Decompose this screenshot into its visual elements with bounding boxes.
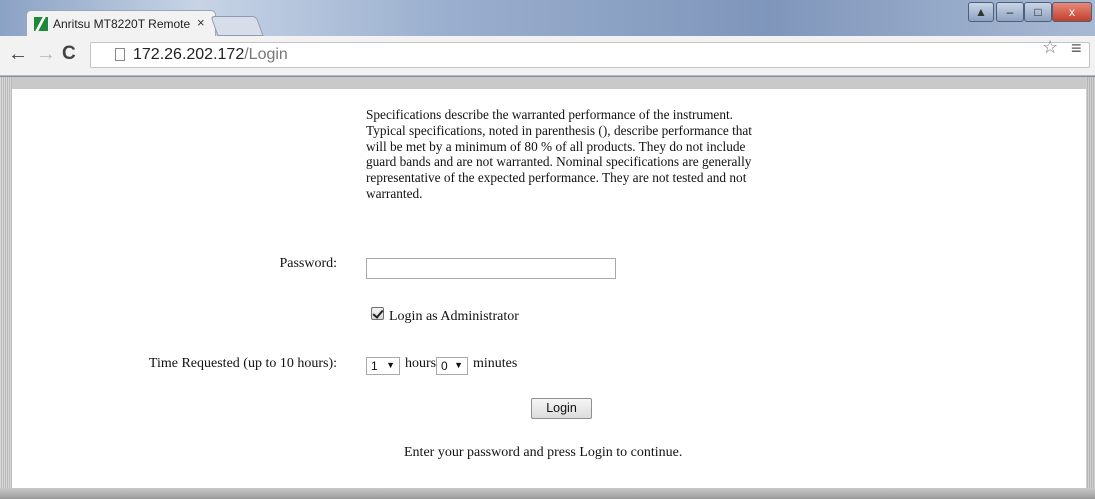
tab-close-icon[interactable]: × (197, 15, 205, 30)
minutes-select[interactable]: 0 ▼ (436, 357, 468, 375)
hours-select[interactable]: 1 ▼ (366, 357, 400, 375)
minimize-button[interactable]: – (996, 2, 1024, 22)
url-text[interactable]: 172.26.202.172/Login (133, 46, 288, 64)
admin-checkbox[interactable] (371, 307, 384, 320)
hours-value: 1 (371, 359, 378, 373)
anritsu-logo-icon (34, 17, 48, 31)
bookmark-star-icon[interactable]: ☆ (1042, 37, 1058, 58)
address-bar[interactable]: 172.26.202.172/Login (90, 42, 1090, 68)
password-input[interactable] (366, 258, 616, 279)
frame-border-right (1086, 77, 1095, 499)
reload-icon[interactable]: C (62, 44, 76, 64)
browser-tab[interactable]: Anritsu MT8220T Remote × (26, 10, 216, 36)
tab-title: Anritsu MT8220T Remote (53, 17, 191, 31)
back-arrow-icon[interactable]: ← (8, 44, 28, 64)
frame-border-bottom (0, 488, 1095, 499)
password-label: Password: (279, 256, 337, 271)
specifications-notice: Specifications describe the warranted pe… (366, 107, 753, 201)
browser-toolbar: ← → C 172.26.202.172/Login ☆ ≡ (0, 36, 1095, 76)
page-icon (115, 48, 125, 61)
frame-border-left (0, 77, 12, 499)
status-message: Enter your password and press Login to c… (404, 445, 683, 460)
close-window-button[interactable]: x (1052, 2, 1092, 22)
admin-checkbox-label[interactable]: Login as Administrator (389, 309, 519, 325)
menu-icon[interactable]: ≡ (1071, 38, 1082, 59)
forward-arrow-icon[interactable]: → (36, 44, 56, 64)
minutes-unit-label: minutes (473, 356, 518, 371)
login-page: Specifications describe the warranted pe… (12, 77, 1086, 488)
hours-unit-label: hours (405, 356, 437, 371)
time-requested-label: Time Requested (up to 10 hours): (148, 356, 337, 371)
maximize-button[interactable]: □ (1024, 2, 1052, 22)
user-profile-button[interactable]: ▲ (968, 2, 994, 22)
dropdown-arrow-icon: ▼ (454, 360, 463, 370)
window-title-bar: Anritsu MT8220T Remote × ▲ – □ x (0, 0, 1095, 36)
dropdown-arrow-icon: ▼ (386, 360, 395, 370)
minutes-value: 0 (441, 359, 448, 373)
url-path: /Login (244, 46, 288, 63)
login-button[interactable]: Login (531, 398, 592, 419)
new-tab-button[interactable] (210, 16, 264, 36)
url-host: 172.26.202.172 (133, 46, 245, 63)
